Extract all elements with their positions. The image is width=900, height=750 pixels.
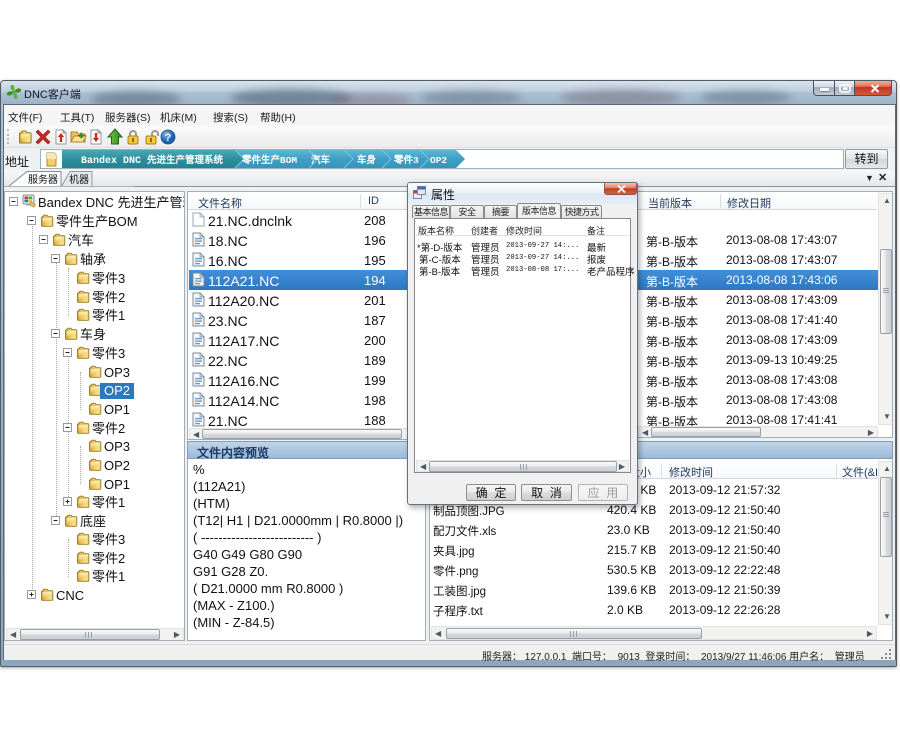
svg-text:车身: 车身 xyxy=(357,154,377,166)
svg-text:服务器: 服务器 xyxy=(28,173,58,186)
svg-text:汽车: 汽车 xyxy=(311,154,331,166)
svg-text:机器: 机器 xyxy=(69,173,89,186)
svg-text:零件3: 零件3 xyxy=(393,154,419,166)
svg-text:零件生产BOM: 零件生产BOM xyxy=(241,154,297,166)
svg-text:?: ? xyxy=(165,132,172,144)
svg-text:Bandex DNC 先进生产管理系统: Bandex DNC 先进生产管理系统 xyxy=(81,154,224,167)
svg-text:OP2: OP2 xyxy=(430,155,447,166)
